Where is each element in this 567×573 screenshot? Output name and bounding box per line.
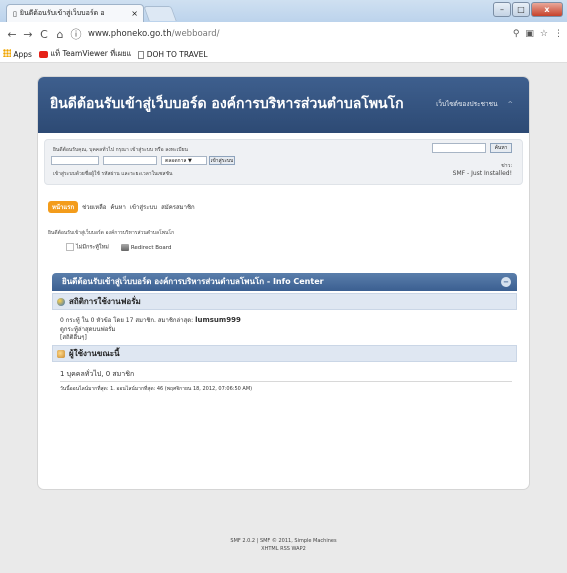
users-icon [57,350,65,358]
user-area: ยินดีต้อนรับคุณ, บุคคลทั่วไป กรุณา เข้าส… [44,139,523,185]
board-legend: ไม่มีกระทู้ใหม่ Redirect Board [66,243,171,252]
divider [60,381,512,382]
page-viewport: ยินดีต้อนรับเข้าสู่เว็บบอร์ด องค์การบริห… [0,63,567,573]
redirect-board-icon [120,243,129,251]
footer-links[interactable]: XHTML RSS WAP2 [0,545,567,553]
footer: SMF 2.0.2 | SMF © 2011, Simple Machines … [0,537,567,553]
password-input[interactable] [103,156,157,165]
quick-login-text: เข้าสู่ระบบด้วยชื่อผู้ใช้ รหัสผ่าน และระ… [53,171,173,177]
browser-tab[interactable]: ▯ ยินดีต้อนรับเข้าสู่เว็บบอร์ด อ × [6,4,144,22]
search-button[interactable]: ค้นหา [490,143,512,153]
menu-help[interactable]: ช่วยเหลือ [82,202,106,212]
home-icon[interactable]: ⌂ [52,28,68,41]
minimize-icon[interactable]: – [493,2,511,17]
new-tab-button[interactable] [143,6,177,21]
online-count: 1 บุคคลทั่วไป, 0 สมาชิก [60,370,135,378]
menu-register[interactable]: สมัครสมาชิก [161,202,195,212]
online-section-header: ผู้ใช้งานขณะนี้ [52,345,517,362]
info-center-header: ยินดีต้อนรับเข้าสู่เว็บบอร์ด องค์การบริห… [52,273,517,291]
news-text: SMF - Just Installed! [452,170,512,177]
star-icon[interactable]: ☆ [540,29,548,39]
login-button[interactable]: เข้าสู่ระบบ [209,156,235,165]
forum-frame: ยินดีต้อนรับเข้าสู่เว็บบอร์ด องค์การบริห… [38,77,529,489]
legend-unread: ไม่มีกระทู้ใหม่ [66,243,109,252]
online-record: วันนี้ออนไลน์มากที่สุด: 1. ออนไลน์มากที่… [60,386,253,392]
legend-redirect: Redirect Board [120,243,171,251]
news-toggle[interactable]: เว็บไซต์ของประชาชน ^ [436,99,513,109]
news-label: ข่าว: [501,163,512,169]
collapse-icon[interactable]: − [501,277,511,287]
bookmark-teamviewer[interactable]: แท็ TeamViewer ที่เผยแ [38,48,131,60]
youtube-icon [38,50,48,58]
tab-title: ยินดีต้อนรับเข้าสู่เว็บบอร์ด อ [19,9,105,17]
menu-home[interactable]: หน้าแรก [48,201,79,213]
login-prompt: ยินดีต้อนรับคุณ, บุคคลทั่วไป กรุณา เข้าส… [53,147,188,153]
main-menu: หน้าแรก ช่วยเหลือ ค้นหา เข้าสู่ระบบ สมัค… [48,201,195,213]
collapse-up-icon[interactable]: ^ [508,100,513,108]
url-path: /webboard/ [171,29,220,39]
no-new-posts-icon [66,243,74,251]
document-icon [138,50,145,59]
info-center-title: ยินดีต้อนรับเข้าสู่เว็บบอร์ด องค์การบริห… [62,277,324,286]
menu-search[interactable]: ค้นหา [110,202,125,212]
bookmark-doh[interactable]: DOH TO TRAVEL [138,50,208,59]
username-input[interactable] [51,156,99,165]
close-window-icon[interactable]: x [531,2,563,17]
stats-icon [57,298,65,306]
browser-toolbar: ← → C ⌂ ⓘ www.phoneko.go.th/webboard/ ⚲ … [0,22,567,46]
more-stats-link[interactable]: [สถิติอื่นๆ] [60,332,87,342]
bookmark-apps[interactable]: Apps [3,49,32,59]
bookmarks-bar: Apps แท็ TeamViewer ที่เผยแ DOH TO TRAVE… [0,46,567,63]
menu-icon[interactable]: ⋮ [554,29,563,39]
zoom-icon[interactable]: ⚲ [513,29,520,39]
menu-login[interactable]: เข้าสู่ระบบ [130,202,157,212]
forum-header: ยินดีต้อนรับเข้าสู่เว็บบอร์ด องค์การบริห… [38,77,529,133]
back-arrow-icon[interactable]: ← [4,28,20,41]
tab-close-icon[interactable]: × [131,9,138,18]
forum-title: ยินดีต้อนรับเข้าสู่เว็บบอร์ด องค์การบริห… [50,96,404,112]
latest-member-link[interactable]: lumsum999 [195,316,241,324]
footer-copyright[interactable]: SMF 2.0.2 | SMF © 2011, Simple Machines [0,537,567,545]
translate-icon[interactable]: ▣ [525,29,534,39]
welcome-text: ยินดีต้อนรับเข้าสู่เว็บบอร์ด องค์การบริห… [48,230,175,236]
maximize-icon[interactable]: □ [512,2,530,17]
forward-arrow-icon[interactable]: → [20,28,36,41]
address-bar[interactable]: www.phoneko.go.th/webboard/ [88,29,219,39]
search-input[interactable] [432,143,486,153]
stats-section-header: สถิติการใช้งานฟอรั่ม [52,293,517,310]
page-icon: ▯ [13,9,17,18]
reload-icon[interactable]: C [36,28,52,41]
session-length-select[interactable]: ตลอดกาล ▼ [161,156,207,165]
info-icon[interactable]: ⓘ [68,26,84,42]
browser-titlebar: ▯ ยินดีต้อนรับเข้าสู่เว็บบอร์ด อ × – □ x [0,0,567,22]
url-host: www.phoneko.go.th [88,29,172,39]
apps-grid-icon [3,49,11,57]
